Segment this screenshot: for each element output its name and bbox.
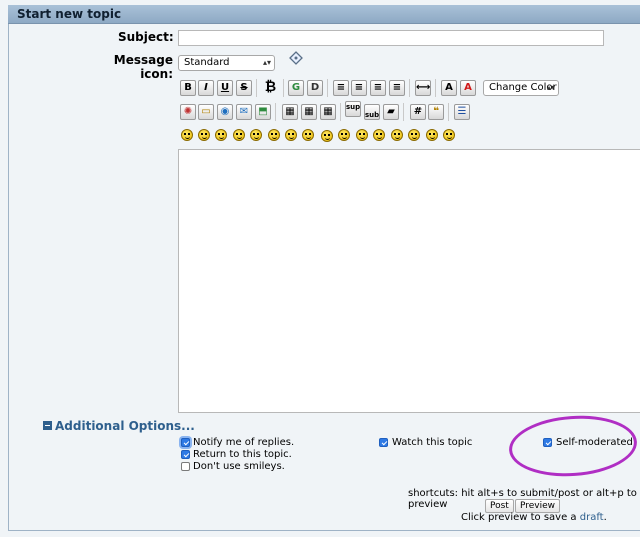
angry-icon[interactable] [250,129,262,141]
message-icon-label: Message icon: [113,53,173,81]
glow-button[interactable]: G [288,80,304,96]
toolbar-divider [340,103,341,121]
preview-button[interactable]: Preview [515,499,561,513]
additional-options-toggle[interactable]: Additional Options... [43,419,195,433]
image-icon[interactable]: ▭ [198,104,214,120]
message-textarea[interactable] [178,149,640,413]
align-center-icon[interactable]: ≡ [370,80,386,96]
select-arrows-icon: ▴▾ [262,58,271,67]
draft-link[interactable]: draft [580,512,604,523]
change-color-select[interactable]: Change Color ▴▾ [483,80,559,96]
code-button[interactable]: # [410,104,426,120]
huh-icon[interactable] [321,130,333,142]
draft-hint: Click preview to save a draft. [461,512,607,523]
undecided-icon[interactable] [408,129,420,141]
ftp-icon[interactable]: ⬒ [255,104,271,120]
message-icon-select-value: Standard [184,57,230,68]
embarrassed-icon[interactable] [373,129,385,141]
no-smileys-label: Don't use smileys. [193,461,285,472]
font-size-button[interactable]: A [441,80,457,96]
bitcoin-icon[interactable]: ₿ [262,79,279,97]
superscript-button[interactable]: sup [345,101,361,117]
underline-button[interactable]: U [217,80,233,96]
grin-icon[interactable] [233,129,245,141]
watch-topic-checkbox[interactable] [379,438,388,447]
draft-hint-prefix: Click preview to save a [461,512,577,523]
cry-icon[interactable] [443,129,455,141]
no-smileys-checkbox[interactable] [181,462,190,471]
list-icon[interactable]: ☰ [454,104,470,120]
align-left-icon[interactable]: ≡ [333,80,349,96]
horizontal-rule-icon[interactable]: ⟷ [415,80,431,96]
toolbar-divider [435,79,436,97]
hyperlink-icon[interactable]: ◉ [217,104,233,120]
sad-icon[interactable] [268,129,280,141]
toolbar-divider [256,79,257,97]
message-icon-preview [289,51,303,65]
toolbar-divider [275,103,276,121]
italic-button[interactable]: I [198,80,214,96]
toolbar-divider [409,79,410,97]
shocked-icon[interactable] [285,129,297,141]
cheesy-icon[interactable] [215,129,227,141]
table-column-icon[interactable]: ▦ [320,104,336,120]
roll-eyes-icon[interactable] [338,129,350,141]
align-justify-icon[interactable]: ≡ [351,80,367,96]
toolbar-divider [283,79,284,97]
notify-checkbox[interactable] [181,438,190,447]
additional-options-label: Additional Options... [55,419,195,433]
select-arrows-icon: ▴▾ [546,83,555,92]
subscript-button[interactable]: sub [364,104,380,120]
toolbar-divider [448,103,449,121]
collapse-icon [43,421,52,430]
toolbar-divider [403,103,404,121]
watch-topic-label: Watch this topic [392,437,473,448]
font-color-button[interactable]: A [460,80,476,96]
smiley-icon[interactable] [181,129,193,141]
quote-icon[interactable]: ❝ [428,104,444,120]
draft-hint-suffix: . [603,512,607,523]
table-icon[interactable]: ▦ [282,104,298,120]
kiss-icon[interactable] [426,129,438,141]
wink-icon[interactable] [198,129,210,141]
shadow-button[interactable]: D [307,80,323,96]
subject-label: Subject: [118,30,174,44]
return-topic-label: Return to this topic. [193,449,292,460]
email-icon[interactable]: ✉ [236,104,252,120]
flash-icon[interactable]: ✺ [180,104,196,120]
return-topic-checkbox[interactable] [181,450,190,459]
subject-input[interactable] [178,30,604,46]
align-right-icon[interactable]: ≡ [389,80,405,96]
lips-sealed-icon[interactable] [391,129,403,141]
toolbar-divider [327,79,328,97]
page-title: Start new topic [8,5,640,24]
bold-button[interactable]: B [180,80,196,96]
post-button[interactable]: Post [485,499,514,513]
teletype-icon[interactable]: ▰ [383,104,399,120]
message-icon-select[interactable]: Standard ▴▾ [178,55,275,71]
tongue-icon[interactable] [356,129,368,141]
cool-icon[interactable] [302,129,314,141]
table-row-icon[interactable]: ▦ [301,104,317,120]
strikethrough-button[interactable]: S [236,80,252,96]
notify-label: Notify me of replies. [193,437,295,448]
